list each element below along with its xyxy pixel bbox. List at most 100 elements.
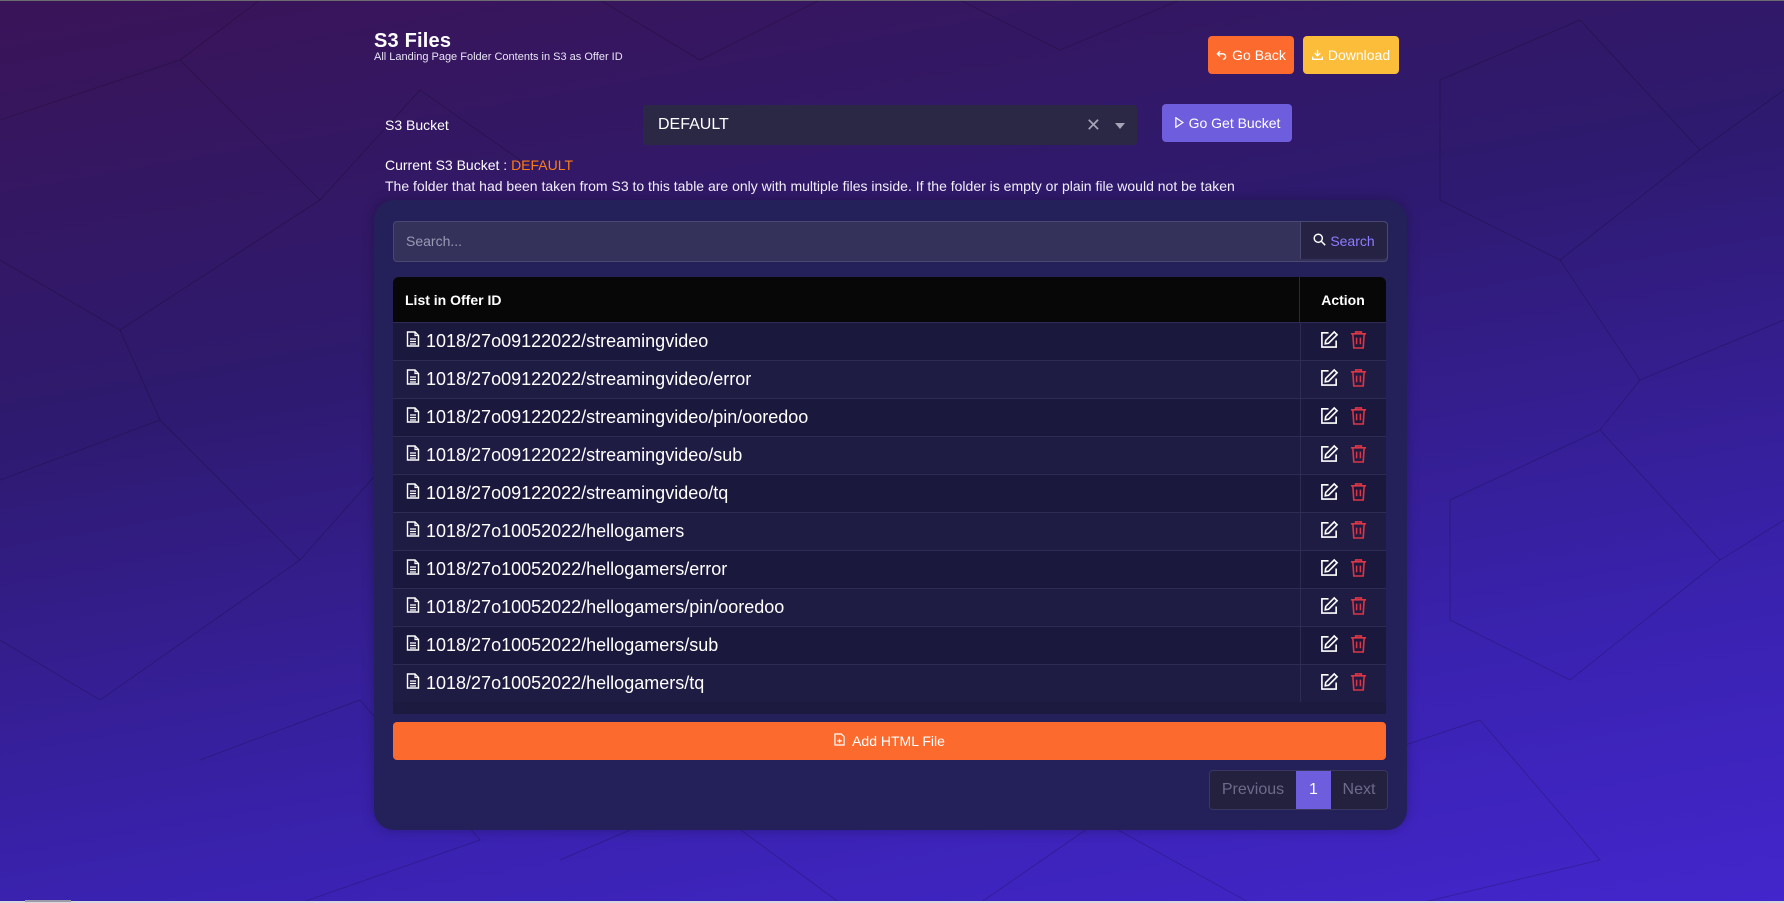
table-row: 1018/27o09122022/streamingvideo/error bbox=[393, 360, 1386, 398]
table-row: 1018/27o09122022/streamingvideo/sub bbox=[393, 436, 1386, 474]
trash-icon[interactable] bbox=[1350, 368, 1367, 392]
s3-bucket-select[interactable]: DEFAULT ✕ bbox=[643, 105, 1137, 145]
file-icon bbox=[406, 483, 420, 504]
table-row: 1018/27o09122022/streamingvideo/tq bbox=[393, 474, 1386, 512]
table-row: 1018/27o09122022/streamingvideo bbox=[393, 322, 1386, 360]
current-bucket-info: Current S3 Bucket : DEFAULT bbox=[385, 157, 573, 173]
search-input[interactable] bbox=[394, 222, 1298, 259]
file-icon bbox=[406, 597, 420, 618]
offer-path-cell: 1018/27o10052022/hellogamers/pin/ooredoo bbox=[393, 589, 1301, 626]
add-html-file-button[interactable]: Add HTML File bbox=[393, 722, 1386, 760]
table-row: 1018/27o10052022/hellogamers/pin/ooredoo bbox=[393, 588, 1386, 626]
offer-path-cell: 1018/27o09122022/streamingvideo/sub bbox=[393, 437, 1301, 474]
offer-path-cell: 1018/27o09122022/streamingvideo bbox=[393, 323, 1301, 360]
action-cell bbox=[1301, 589, 1386, 626]
action-cell bbox=[1301, 437, 1386, 474]
clear-selection-icon[interactable]: ✕ bbox=[1086, 115, 1101, 136]
current-bucket-prefix: Current S3 Bucket : bbox=[385, 157, 512, 173]
go-get-bucket-button[interactable]: Go Get Bucket bbox=[1162, 104, 1292, 142]
table-header: List in Offer ID Action bbox=[393, 277, 1386, 322]
column-header-action: Action bbox=[1321, 291, 1365, 308]
file-icon bbox=[406, 407, 420, 428]
edit-icon[interactable] bbox=[1320, 558, 1339, 582]
offer-path-text: 1018/27o09122022/streamingvideo/tq bbox=[426, 483, 729, 503]
undo-arrow-icon bbox=[1216, 47, 1227, 63]
action-cell bbox=[1301, 323, 1386, 360]
page-subtitle: All Landing Page Folder Contents in S3 a… bbox=[374, 51, 623, 63]
table-row: 1018/27o10052022/hellogamers/error bbox=[393, 550, 1386, 588]
edit-icon[interactable] bbox=[1320, 444, 1339, 468]
edit-icon[interactable] bbox=[1320, 406, 1339, 430]
table-row: 1018/27o10052022/hellogamers/tq bbox=[393, 664, 1386, 702]
offer-path-cell: 1018/27o09122022/streamingvideo/error bbox=[393, 361, 1301, 398]
offer-path-cell: 1018/27o09122022/streamingvideo/tq bbox=[393, 475, 1301, 512]
trash-icon[interactable] bbox=[1350, 596, 1367, 620]
action-cell bbox=[1301, 513, 1386, 550]
action-cell bbox=[1301, 551, 1386, 588]
pagination-page-current[interactable]: 1 bbox=[1296, 771, 1331, 809]
pagination-next[interactable]: Next bbox=[1331, 771, 1387, 809]
offer-path-text: 1018/27o10052022/hellogamers/tq bbox=[426, 673, 705, 693]
edit-icon[interactable] bbox=[1320, 520, 1339, 544]
file-icon bbox=[406, 521, 420, 542]
add-html-file-label: Add HTML File bbox=[852, 733, 945, 749]
trash-icon[interactable] bbox=[1350, 672, 1367, 696]
action-cell bbox=[1301, 399, 1386, 436]
file-icon bbox=[406, 673, 420, 694]
offer-path-text: 1018/27o10052022/hellogamers bbox=[426, 521, 685, 541]
search-button[interactable]: Search bbox=[1300, 222, 1387, 259]
pagination-previous[interactable]: Previous bbox=[1210, 771, 1296, 809]
go-back-label: Go Back bbox=[1232, 47, 1286, 63]
trash-icon[interactable] bbox=[1350, 406, 1367, 430]
action-cell bbox=[1301, 665, 1386, 702]
scroll-indicator bbox=[25, 900, 71, 902]
trash-icon[interactable] bbox=[1350, 330, 1367, 354]
file-icon bbox=[406, 559, 420, 580]
edit-icon[interactable] bbox=[1320, 368, 1339, 392]
file-icon bbox=[406, 635, 420, 656]
download-icon bbox=[1311, 47, 1323, 63]
page-title: S3 Files bbox=[374, 30, 452, 52]
action-cell bbox=[1301, 475, 1386, 512]
offer-path-cell: 1018/27o09122022/streamingvideo/pin/oore… bbox=[393, 399, 1301, 436]
file-icon bbox=[406, 331, 420, 352]
folder-note: The folder that had been taken from S3 t… bbox=[385, 178, 1235, 194]
files-card: Search List in Offer ID Action 1018/27o0… bbox=[374, 200, 1407, 830]
table-row: 1018/27o10052022/hellogamers/sub bbox=[393, 626, 1386, 664]
offer-path-text: 1018/27o10052022/hellogamers/sub bbox=[426, 635, 719, 655]
offer-path-text: 1018/27o09122022/streamingvideo/error bbox=[426, 369, 752, 389]
offer-path-cell: 1018/27o10052022/hellogamers/sub bbox=[393, 627, 1301, 664]
edit-icon[interactable] bbox=[1320, 482, 1339, 506]
download-button[interactable]: Download bbox=[1303, 36, 1399, 74]
file-icon bbox=[406, 445, 420, 466]
action-cell bbox=[1301, 361, 1386, 398]
go-back-button[interactable]: Go Back bbox=[1208, 36, 1294, 74]
edit-icon[interactable] bbox=[1320, 672, 1339, 696]
s3-bucket-selected-value: DEFAULT bbox=[658, 116, 729, 133]
edit-icon[interactable] bbox=[1320, 330, 1339, 354]
window-top-border bbox=[0, 0, 1784, 1]
pagination: Previous 1 Next bbox=[1209, 770, 1388, 810]
edit-icon[interactable] bbox=[1320, 596, 1339, 620]
file-add-icon bbox=[834, 733, 845, 749]
go-get-bucket-label: Go Get Bucket bbox=[1188, 115, 1281, 131]
search-bar: Search bbox=[393, 221, 1388, 262]
trash-icon[interactable] bbox=[1350, 482, 1367, 506]
trash-icon[interactable] bbox=[1350, 520, 1367, 544]
trash-icon[interactable] bbox=[1350, 558, 1367, 582]
offer-path-cell: 1018/27o10052022/hellogamers bbox=[393, 513, 1301, 550]
edit-icon[interactable] bbox=[1320, 634, 1339, 658]
table-body: 1018/27o09122022/streamingvideo 1018/27o0… bbox=[393, 322, 1386, 702]
offer-path-text: 1018/27o09122022/streamingvideo/sub bbox=[426, 445, 743, 465]
offer-files-table: List in Offer ID Action 1018/27o09122022… bbox=[393, 277, 1386, 714]
offer-path-text: 1018/27o09122022/streamingvideo bbox=[426, 331, 709, 351]
action-cell bbox=[1301, 627, 1386, 664]
play-icon bbox=[1174, 115, 1184, 131]
trash-icon[interactable] bbox=[1350, 634, 1367, 658]
table-row: 1018/27o09122022/streamingvideo/pin/oore… bbox=[393, 398, 1386, 436]
chevron-down-icon[interactable] bbox=[1115, 123, 1125, 129]
trash-icon[interactable] bbox=[1350, 444, 1367, 468]
file-icon bbox=[406, 369, 420, 390]
search-button-label: Search bbox=[1330, 232, 1375, 249]
offer-path-cell: 1018/27o10052022/hellogamers/error bbox=[393, 551, 1301, 588]
